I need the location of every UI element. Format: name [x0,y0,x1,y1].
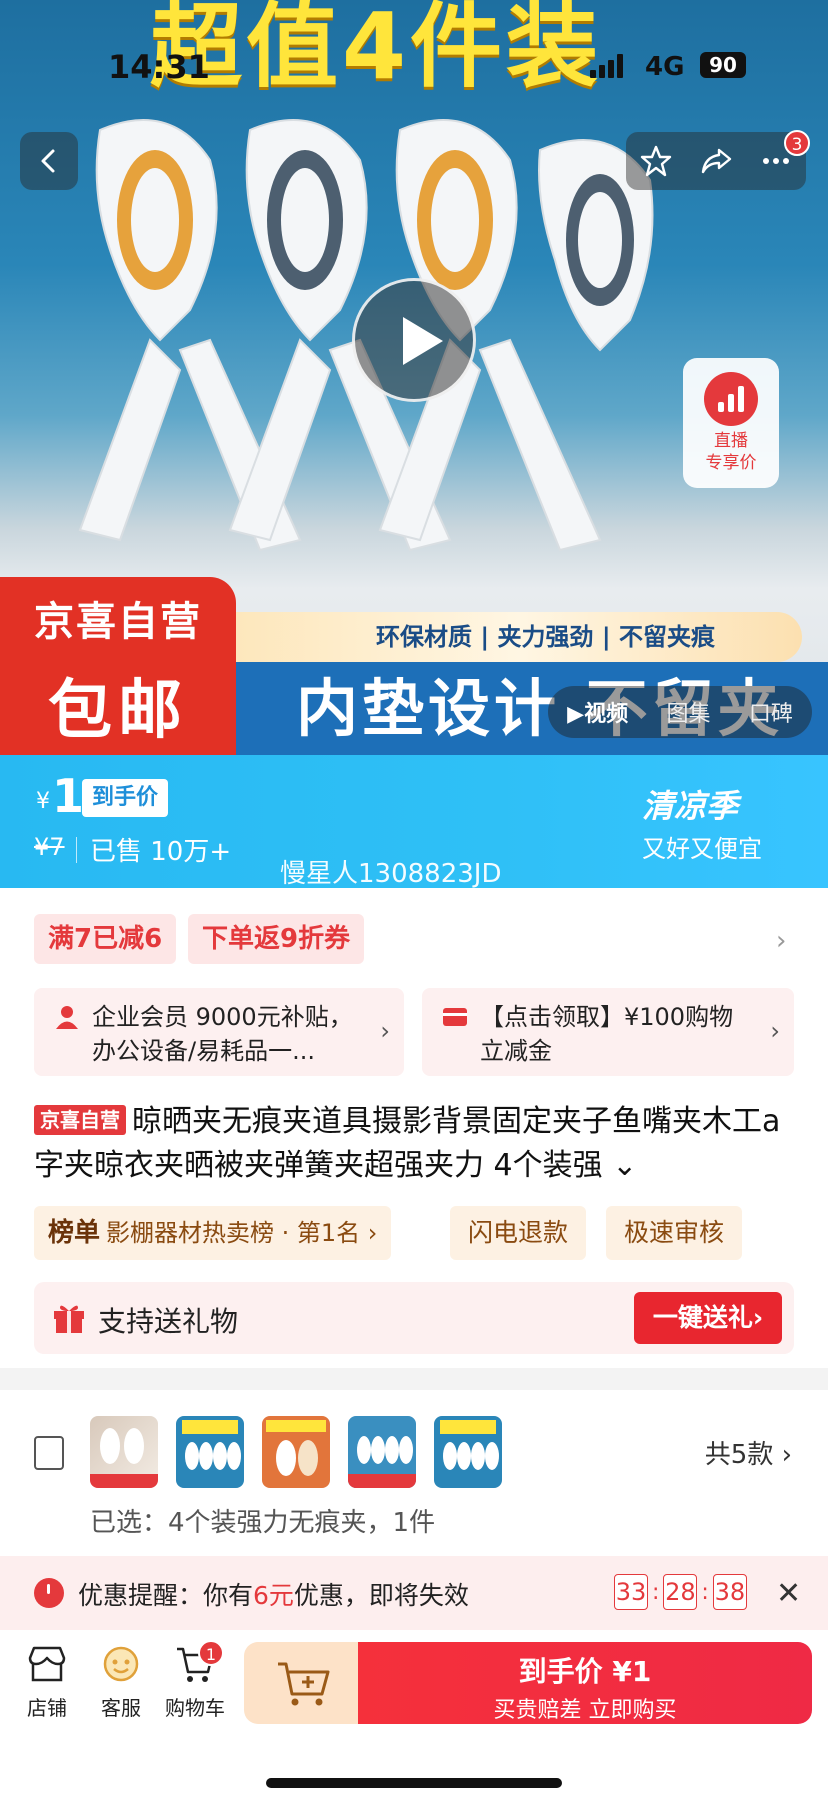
product-detail-page: 超值4件装 14:31 4G 90 3 直播 专享价 京喜自营 包邮 环保材质 … [0,0,828,1801]
chevron-down-icon[interactable]: ⌄ [612,1148,637,1183]
ranking-text: 影棚器材热卖榜 · 第1名 [106,1219,361,1247]
add-cart-icon [278,1662,330,1706]
share-button[interactable] [694,139,738,183]
countdown-timer: 33: 28: 38 [614,1574,747,1610]
service-label: 客服 [101,1696,141,1720]
cart-badge: 1 [198,1640,224,1666]
store-icon [28,1646,66,1682]
card-icon [443,1008,467,1026]
share-icon [701,148,732,174]
send-gift-button[interactable]: 一键送礼› [634,1292,782,1344]
live-sub-label: 专享价 [705,453,757,473]
final-price-tag: 到手价 [82,779,169,817]
close-icon[interactable]: ✕ [776,1576,801,1611]
product-title-text: 晾晒夹无痕夹道具摄影背景固定夹子鱼嘴夹木工a字夹晾衣夹晒被夹弹簧夹超强夹力 4个… [34,1104,781,1183]
timer-minutes: 28 [663,1574,698,1610]
sku-thumbnail[interactable] [176,1416,244,1488]
gift-banner: 支持送礼物 一键送礼› [34,1282,794,1354]
gift-icon [54,1305,84,1333]
network-type: 4G [645,52,685,82]
signal-icon [590,52,626,78]
store-tab[interactable]: 店铺 [12,1644,82,1721]
product-title: 京喜自营 晾晒夹无痕夹道具摄影背景固定夹子鱼嘴夹木工a字夹晾衣夹晒被夹弹簧夹超强夹… [34,1100,794,1188]
coupon-pill[interactable]: 下单返9折券 [188,914,365,964]
sku-thumbnail[interactable] [262,1416,330,1488]
season-banner: 清凉季 又好又便宜 [642,781,762,864]
timer-seconds: 38 [712,1574,747,1610]
add-to-cart-button[interactable] [244,1642,360,1724]
ranking-label: 榜单 [48,1218,101,1248]
chevron-right-icon[interactable]: › [776,926,786,956]
user-watermark: 慢星人1308823JD [280,859,502,889]
sold-count: 已售 10万+ [90,837,232,867]
tab-gallery[interactable]: 图集 [666,696,710,728]
discount-pill[interactable]: 满7已减6 [34,914,177,964]
timer-hours: 33 [614,1574,648,1610]
tab-video[interactable]: ▶视频 [567,696,628,728]
live-label: 直播 [714,431,748,451]
status-bar: 14:31 4G 90 [0,0,828,130]
status-time: 14:31 [108,48,210,86]
voucher-promo[interactable]: 【点击领取】¥100购物立减金 › [422,988,794,1076]
message-badge: 3 [784,130,810,156]
buy-now-button[interactable]: 到手价 ¥1 买贵赔差 立即购买 [358,1642,812,1724]
top-action-group [626,132,806,190]
sku-count[interactable]: 共5款 › [705,1434,792,1471]
customer-service-icon [103,1646,139,1682]
gift-label: 支持送礼物 [98,1305,239,1338]
voucher-promo-text: 【点击领取】¥100购物立减金 [480,1003,734,1065]
home-indicator [266,1778,562,1788]
season-title: 清凉季 [642,787,739,825]
favorite-button[interactable] [634,139,678,183]
media-tabs: ▶视频 图集 口碑 [548,686,812,738]
battery-icon: 90 [700,52,746,78]
chevron-right-icon: › [770,1017,780,1045]
buy-price-label: 到手价 ¥1 [518,1655,652,1688]
buy-guarantee-label: 买贵赔差 立即购买 [493,1698,677,1723]
chevron-right-icon: › [380,1017,390,1045]
store-label: 店铺 [27,1696,67,1720]
bottom-action-bar: 店铺 客服 购物车 1 到手价 ¥1 买贵赔差 立即购买 [0,1630,828,1801]
self-operated-badge: 京喜自营 [34,1105,126,1135]
live-price-card[interactable]: 直播 专享价 [683,358,779,488]
selected-sku: 已选：4个装强力无痕夹，1件 [90,1508,436,1538]
fast-review-tag: 极速审核 [606,1206,743,1260]
checklist-icon [34,1436,64,1470]
current-price: 1 [52,769,85,823]
coupon-reminder-bar: 优惠提醒：你有6元优惠，即将失效 33: 28: 38 ✕ [0,1556,828,1630]
currency-symbol: ¥ [36,789,50,814]
price-band: ¥ 1 到手价 ¥7 已售 10万+ 慢星人1308823JD 清凉季 又好又便… [0,755,828,889]
cart-label: 购物车 [165,1696,225,1720]
sku-thumbnail[interactable] [90,1416,158,1488]
chevron-left-icon [41,149,55,173]
reminder-text: 优惠提醒：你有6元优惠，即将失效 [78,1581,469,1610]
clock-icon [34,1578,64,1608]
enterprise-promo[interactable]: 企业会员 9000元补贴，办公设备/易耗品一... › [34,988,404,1076]
original-price: ¥7 [34,833,65,861]
sku-thumbnail[interactable] [434,1416,502,1488]
feature-strip: 环保材质 | 夹力强劲 | 不留夹痕 [236,612,802,662]
ranking-badge[interactable]: 榜单 影棚器材热卖榜 · 第1名 › [34,1206,392,1260]
price-divider [76,837,77,863]
sku-thumbnail[interactable] [348,1416,416,1488]
star-icon [640,145,672,177]
store-badge: 京喜自营 包邮 [0,577,236,755]
user-icon [56,1006,78,1029]
free-shipping-label: 包邮 [48,674,188,748]
tab-reviews[interactable]: 口碑 [749,696,793,728]
service-tab[interactable]: 客服 [86,1644,156,1721]
enterprise-promo-text: 企业会员 9000元补贴，办公设备/易耗品一... [92,1003,353,1065]
sku-selector[interactable]: 共5款 › 已选：4个装强力无痕夹，1件 [0,1390,828,1558]
season-subtitle: 又好又便宜 [642,835,762,863]
back-button[interactable] [20,132,78,190]
store-badge-name: 京喜自营 [34,599,202,645]
fast-refund-tag: 闪电退款 [450,1206,587,1260]
play-video-button[interactable] [352,278,476,402]
product-hero-image[interactable]: 超值4件装 14:31 4G 90 3 直播 专享价 京喜自营 包邮 环保材质 … [0,0,828,755]
live-icon [704,372,758,426]
